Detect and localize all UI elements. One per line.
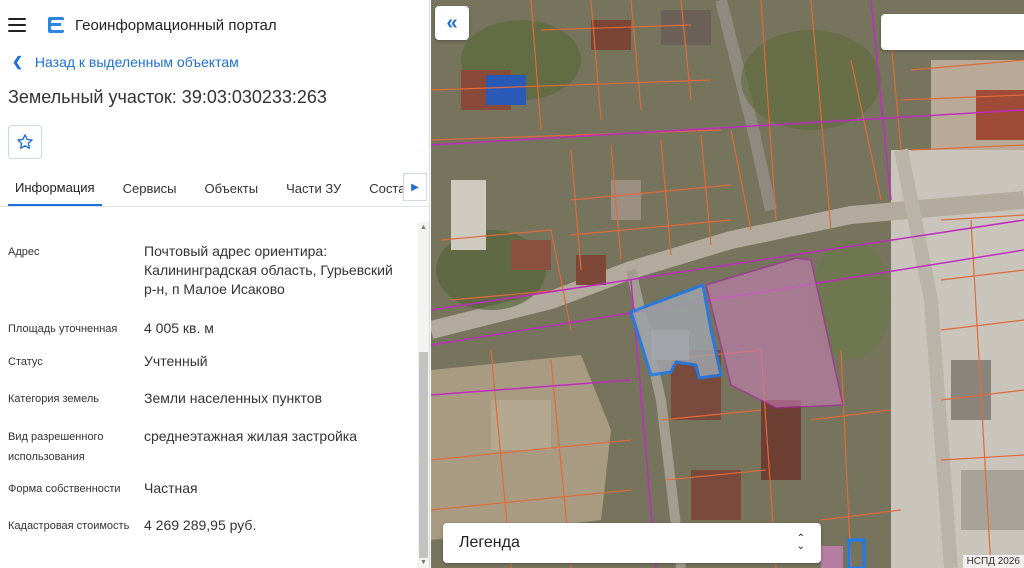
tabs-scroll-right-button[interactable]: ▶: [403, 173, 427, 201]
detail-label: Статус: [8, 356, 43, 368]
back-link-label: Назад к выделенным объектам: [34, 54, 239, 70]
top-bar: Геоинформационный портал: [0, 0, 429, 50]
collapse-panel-button[interactable]: «: [435, 6, 469, 40]
tab-objects[interactable]: Объекты: [197, 171, 265, 206]
detail-value: Почтовый адрес ориентира: Калининградска…: [144, 243, 393, 297]
detail-label: Площадь уточненная: [8, 323, 118, 335]
tab-bar: Информация Сервисы Объекты Части ЗУ Сост…: [0, 171, 429, 207]
details-list: Адрес Почтовый адрес ориентира: Калининг…: [0, 222, 418, 568]
detail-label: Адрес: [8, 246, 40, 258]
detail-row-ownership: Форма собственности Частная: [0, 479, 418, 499]
scrollbar-thumb[interactable]: [419, 352, 428, 558]
app-root: Геоинформационный портал ❮ Назад к выдел…: [0, 0, 1024, 568]
detail-row-permitted-use: Вид разрешенного использования среднеэта…: [0, 427, 418, 467]
legend-label: Легенда: [459, 534, 520, 551]
map-search-input[interactable]: [881, 14, 1024, 50]
chevron-left-icon: ❮: [12, 54, 23, 69]
detail-value: 4 269 289,95 руб.: [144, 517, 257, 533]
detail-value: среднеэтажная жилая застройка: [144, 428, 358, 444]
chevron-right-icon: ▶: [411, 181, 419, 193]
back-to-selection-link[interactable]: ❮ Назад к выделенным объектам: [0, 50, 429, 74]
detail-value: Частная: [144, 480, 198, 496]
detail-label: Кадастровая стоимость: [8, 520, 130, 532]
portal-title: Геоинформационный портал: [75, 16, 277, 34]
detail-row-land-category: Категория земель Земли населенных пункто…: [0, 389, 418, 409]
detail-value: 4 005 кв. м: [144, 320, 214, 336]
detail-value: Земли населенных пунктов: [144, 390, 323, 406]
favorite-button[interactable]: [8, 125, 42, 159]
details-scrollbar[interactable]: ▲ ▼: [418, 222, 429, 568]
tab-information[interactable]: Информация: [8, 171, 102, 206]
logo-icon: [48, 17, 64, 33]
scroll-down-icon[interactable]: ▼: [420, 559, 427, 566]
object-title: Земельный участок: 39:03:030233:263: [8, 87, 327, 107]
detail-row-address: Адрес Почтовый адрес ориентира: Калининг…: [0, 242, 418, 299]
detail-value: Учтенный: [144, 353, 208, 369]
tab-parcel-parts[interactable]: Части ЗУ: [279, 171, 348, 206]
detail-row-cadastral-value: Кадастровая стоимость 4 269 289,95 руб.: [0, 516, 418, 536]
detail-label: Вид разрешенного использования: [8, 431, 104, 463]
detail-label: Категория земель: [8, 393, 99, 405]
tab-services[interactable]: Сервисы: [116, 171, 184, 206]
sort-arrows-icon: ⌃ ⌄: [796, 533, 805, 552]
detail-row-status: Статус Учтенный: [0, 352, 418, 372]
map-view[interactable]: « Легенда ⌃ ⌄ НСПД 2026: [431, 0, 1024, 568]
map-attribution: НСПД 2026: [962, 555, 1024, 568]
menu-icon[interactable]: [8, 18, 26, 32]
detail-label: Форма собственности: [8, 483, 121, 495]
scroll-up-icon[interactable]: ▲: [420, 224, 427, 231]
star-icon: [17, 134, 33, 149]
legend-dropdown[interactable]: Легенда ⌃ ⌄: [443, 523, 821, 563]
detail-row-area: Площадь уточненная 4 005 кв. м: [0, 319, 418, 339]
map-canvas[interactable]: [431, 0, 1024, 568]
double-chevron-left-icon: «: [446, 11, 458, 34]
